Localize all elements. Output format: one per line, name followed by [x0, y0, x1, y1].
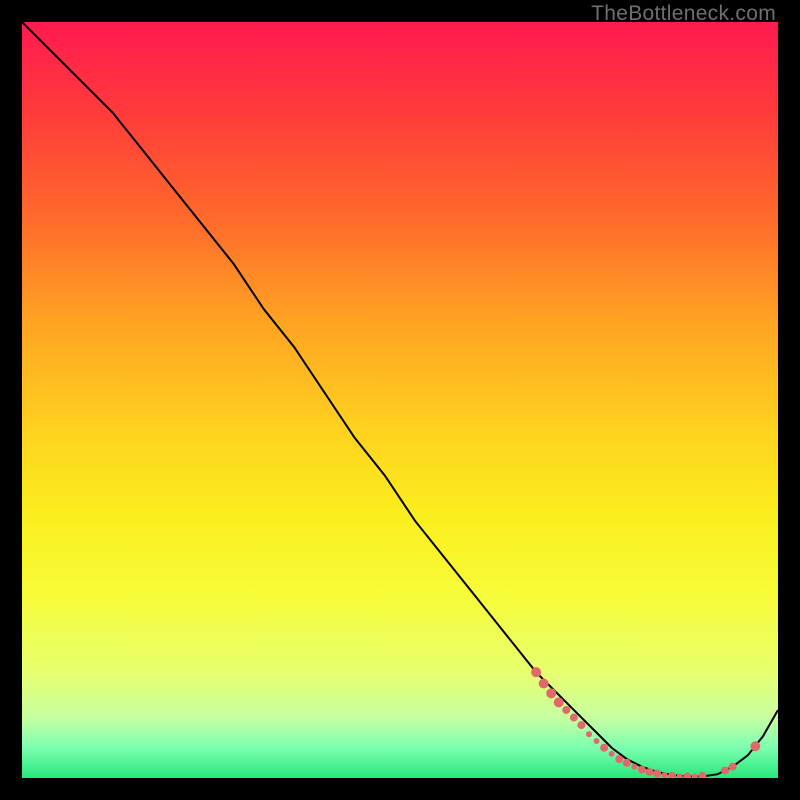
data-marker	[729, 763, 737, 771]
data-marker	[586, 731, 592, 737]
data-marker	[645, 768, 653, 776]
data-marker	[615, 755, 623, 763]
data-marker	[562, 706, 570, 714]
data-marker	[662, 772, 668, 778]
data-marker	[570, 714, 578, 722]
data-marker	[653, 769, 661, 777]
data-marker	[698, 772, 706, 778]
data-marker	[600, 744, 608, 752]
data-marker	[531, 667, 541, 677]
data-marker	[609, 751, 615, 757]
data-marker	[692, 773, 698, 778]
data-marker	[623, 759, 631, 767]
plot-area	[22, 22, 778, 778]
main-curve	[22, 22, 778, 776]
data-marker	[721, 766, 729, 774]
chart-stage: TheBottleneck.com	[0, 0, 800, 800]
data-marker	[594, 738, 600, 744]
data-marker	[577, 721, 585, 729]
curve-layer	[22, 22, 778, 778]
data-marker	[546, 688, 556, 698]
attribution-text: TheBottleneck.com	[591, 2, 776, 26]
data-marker	[668, 772, 676, 778]
data-marker	[539, 679, 549, 689]
data-marker	[683, 772, 691, 778]
data-markers	[531, 667, 760, 778]
data-marker	[750, 741, 760, 751]
data-marker	[677, 773, 683, 778]
data-marker	[554, 697, 564, 707]
data-marker	[638, 766, 646, 774]
data-marker	[631, 764, 637, 770]
